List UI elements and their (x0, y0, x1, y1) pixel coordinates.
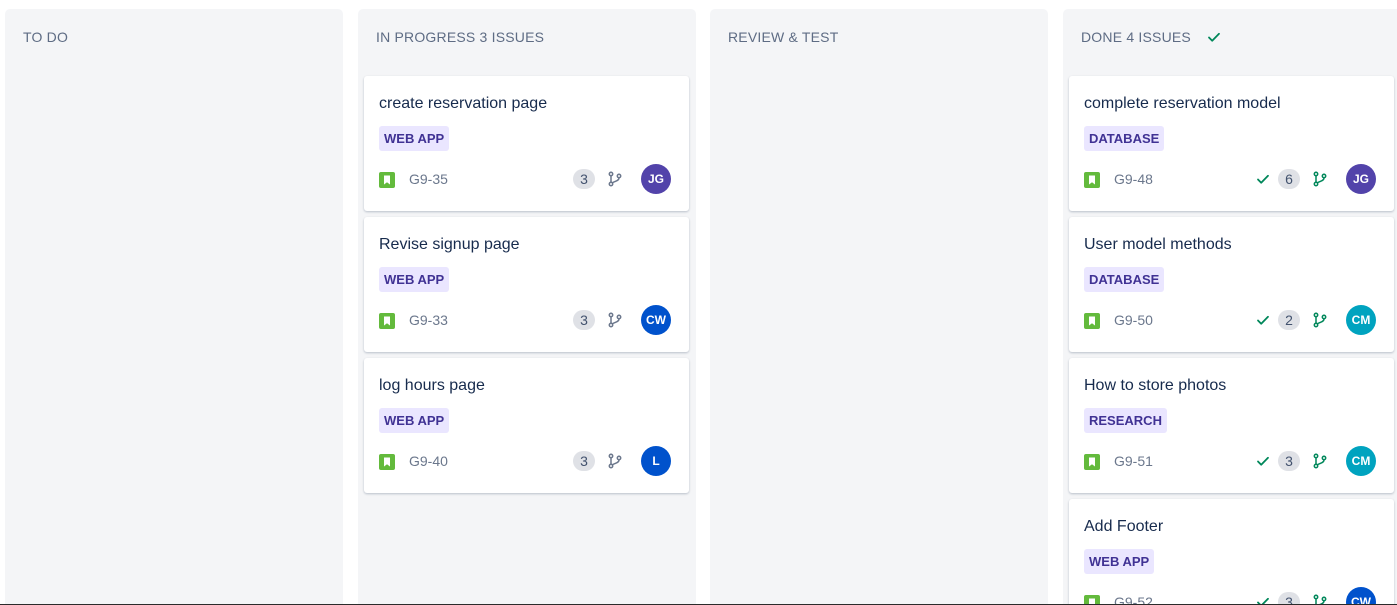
issue-card[interactable]: Revise signup page WEB APP G9-33 3 CW (364, 217, 689, 352)
issue-key[interactable]: G9-51 (1114, 453, 1153, 469)
branch-icon[interactable] (607, 453, 623, 469)
assignee-avatar[interactable]: JG (1346, 164, 1376, 194)
story-points-badge: 3 (1278, 592, 1300, 604)
story-points-badge: 3 (573, 310, 595, 330)
story-icon (379, 313, 395, 329)
card-title[interactable]: Add Footer (1084, 518, 1163, 536)
card-meta: 3 CM (1256, 445, 1376, 477)
branch-icon[interactable] (607, 312, 623, 328)
assignee-avatar[interactable]: L (641, 446, 671, 476)
assignee-avatar[interactable]: CM (1346, 305, 1376, 335)
epic-label: DATABASE (1084, 267, 1165, 292)
card-meta: 6 JG (1256, 163, 1376, 195)
epic-label: WEB APP (379, 408, 450, 433)
column-done: DONE 4 ISSUES complete reservation model… (1063, 9, 1397, 604)
check-icon (1256, 595, 1270, 604)
assignee-avatar[interactable]: JG (641, 164, 671, 194)
check-icon (1256, 172, 1270, 186)
card-title[interactable]: complete reservation model (1084, 95, 1281, 113)
card-title[interactable]: How to store photos (1084, 377, 1226, 395)
column-header: DONE 4 ISSUES (1081, 29, 1221, 45)
check-icon (1207, 30, 1221, 44)
epic-label: RESEARCH (1084, 408, 1167, 433)
issue-card[interactable]: Add Footer WEB APP G9-52 3 CW (1069, 499, 1394, 604)
column-in-progress: IN PROGRESS 3 ISSUES create reservation … (358, 9, 696, 604)
issue-card[interactable]: User model methods DATABASE G9-50 2 CM (1069, 217, 1394, 352)
card-title[interactable]: User model methods (1084, 236, 1232, 254)
kanban-board: TO DO IN PROGRESS 3 ISSUES create reserv… (0, 0, 1397, 605)
story-icon (1084, 172, 1100, 188)
epic-label: WEB APP (379, 126, 450, 151)
column-review-test: REVIEW & TEST (710, 9, 1048, 604)
column-header: IN PROGRESS 3 ISSUES (376, 29, 544, 45)
story-points-badge: 2 (1278, 310, 1300, 330)
branch-icon[interactable] (1312, 453, 1328, 469)
branch-icon[interactable] (1312, 312, 1328, 328)
branch-icon[interactable] (607, 171, 623, 187)
branch-icon[interactable] (1312, 594, 1328, 604)
epic-label: WEB APP (1084, 549, 1155, 574)
issue-key[interactable]: G9-48 (1114, 171, 1153, 187)
story-icon (1084, 595, 1100, 604)
epic-label: DATABASE (1084, 126, 1165, 151)
issue-card[interactable]: log hours page WEB APP G9-40 3 L (364, 358, 689, 493)
issue-card[interactable]: How to store photos RESEARCH G9-51 3 CM (1069, 358, 1394, 493)
column-to-do: TO DO (5, 9, 343, 604)
card-meta: 2 CM (1256, 304, 1376, 336)
assignee-avatar[interactable]: CM (1346, 446, 1376, 476)
story-points-badge: 3 (573, 169, 595, 189)
column-title: TO DO (23, 29, 69, 45)
card-meta: 3 CW (573, 304, 671, 336)
card-meta: 3 L (573, 445, 671, 477)
card-title[interactable]: Revise signup page (379, 236, 520, 254)
story-points-badge: 6 (1278, 169, 1300, 189)
epic-label: WEB APP (379, 267, 450, 292)
card-title[interactable]: create reservation page (379, 95, 547, 113)
column-header: REVIEW & TEST (728, 29, 838, 45)
story-points-badge: 3 (1278, 451, 1300, 471)
column-title: DONE 4 ISSUES (1081, 29, 1191, 45)
card-title[interactable]: log hours page (379, 377, 485, 395)
issue-key[interactable]: G9-35 (409, 171, 448, 187)
story-icon (1084, 454, 1100, 470)
card-meta: 3 JG (573, 163, 671, 195)
check-icon (1256, 454, 1270, 468)
story-points-badge: 3 (573, 451, 595, 471)
issue-key[interactable]: G9-52 (1114, 594, 1153, 604)
story-icon (1084, 313, 1100, 329)
column-title: REVIEW & TEST (728, 29, 839, 45)
assignee-avatar[interactable]: CW (641, 305, 671, 335)
check-icon (1256, 313, 1270, 327)
assignee-avatar[interactable]: CW (1346, 587, 1376, 604)
issue-key[interactable]: G9-40 (409, 453, 448, 469)
column-header: TO DO (23, 29, 68, 45)
issue-card[interactable]: create reservation page WEB APP G9-35 3 … (364, 76, 689, 211)
branch-icon[interactable] (1312, 171, 1328, 187)
issue-card[interactable]: complete reservation model DATABASE G9-4… (1069, 76, 1394, 211)
issue-key[interactable]: G9-50 (1114, 312, 1153, 328)
story-icon (379, 172, 395, 188)
card-meta: 3 CW (1256, 586, 1376, 604)
column-title: IN PROGRESS 3 ISSUES (376, 29, 545, 45)
issue-key[interactable]: G9-33 (409, 312, 448, 328)
story-icon (379, 454, 395, 470)
